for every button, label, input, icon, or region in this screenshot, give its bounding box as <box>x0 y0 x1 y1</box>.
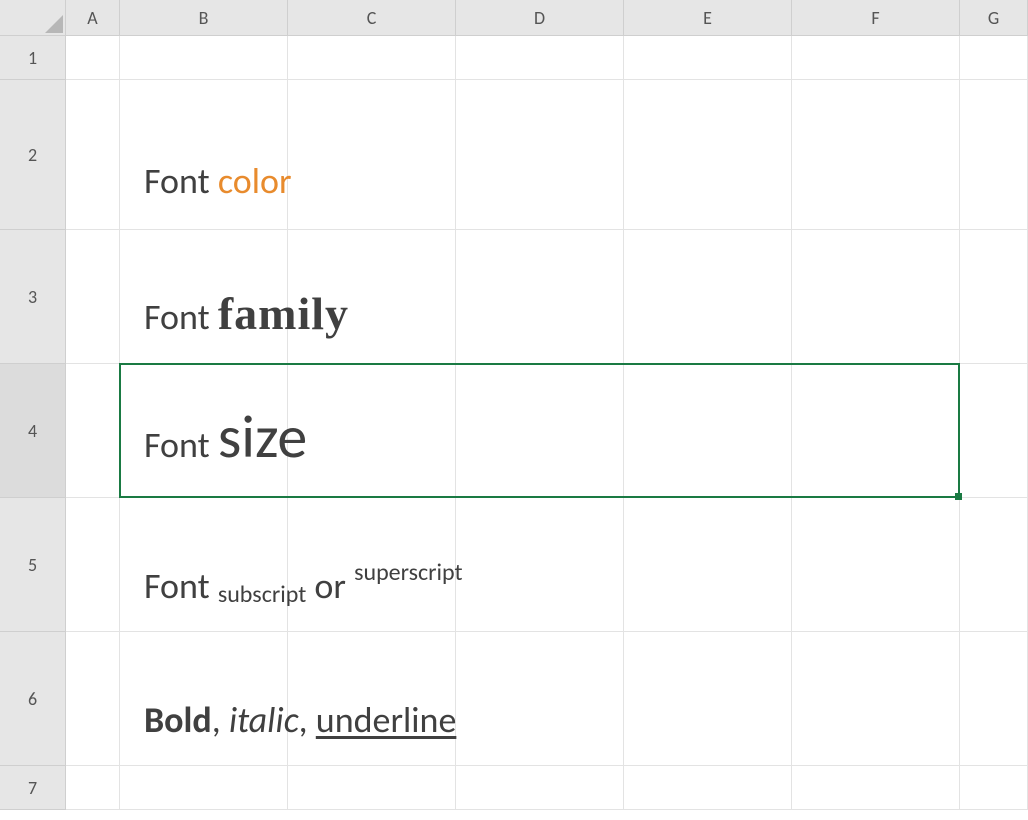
column-header-c[interactable]: C <box>288 0 456 36</box>
text-run: subscript <box>218 580 306 609</box>
row-header-4[interactable]: 4 <box>0 364 66 498</box>
row-header-7[interactable]: 7 <box>0 766 66 810</box>
text-run: superscript <box>354 558 462 587</box>
cell-g1[interactable] <box>960 36 1028 80</box>
text-run: size <box>218 401 307 474</box>
select-all-corner[interactable] <box>0 0 66 36</box>
column-header-e[interactable]: E <box>624 0 792 36</box>
cell-b1[interactable] <box>120 36 288 80</box>
row-header-2[interactable]: 2 <box>0 80 66 230</box>
row-header-5[interactable]: 5 <box>0 498 66 632</box>
text-run: family <box>218 288 349 339</box>
row-header-1[interactable]: 1 <box>0 36 66 80</box>
cell-content-b4[interactable]: Font size <box>120 364 1020 498</box>
row-header-3[interactable]: 3 <box>0 230 66 364</box>
cell-a5[interactable] <box>66 498 120 632</box>
column-header-g[interactable]: G <box>960 0 1028 36</box>
text-run: color <box>218 159 292 203</box>
cell-a4[interactable] <box>66 364 120 498</box>
cell-a7[interactable] <box>66 766 120 810</box>
cell-d7[interactable] <box>456 766 624 810</box>
text-run: underline <box>316 698 457 742</box>
cell-f7[interactable] <box>792 766 960 810</box>
cell-a1[interactable] <box>66 36 120 80</box>
column-header-d[interactable]: D <box>456 0 624 36</box>
column-header-b[interactable]: B <box>120 0 288 36</box>
cell-g7[interactable] <box>960 766 1028 810</box>
cell-content-b5[interactable]: Font subscript or superscript <box>120 498 1020 632</box>
column-header-a[interactable]: A <box>66 0 120 36</box>
cell-f1[interactable] <box>792 36 960 80</box>
cell-c7[interactable] <box>288 766 456 810</box>
cell-content-b3[interactable]: Font family <box>120 230 1020 364</box>
cell-a6[interactable] <box>66 632 120 766</box>
text-run: Font <box>144 423 218 467</box>
cell-content-b2[interactable]: Font color <box>120 80 1020 230</box>
row-header-6[interactable]: 6 <box>0 632 66 766</box>
text-run: , <box>212 698 229 742</box>
text-run: Bold <box>144 698 212 742</box>
select-all-icon <box>43 13 65 35</box>
cell-a3[interactable] <box>66 230 120 364</box>
cell-content-b6[interactable]: Bold, italic, underline <box>120 632 1020 766</box>
text-run: Font <box>144 295 218 339</box>
text-run: Font <box>144 159 218 203</box>
cell-d1[interactable] <box>456 36 624 80</box>
spreadsheet-grid[interactable]: ABCDEFG 1234567 Font colorFont familyFon… <box>0 0 1028 820</box>
text-run: Font <box>144 564 218 608</box>
cell-a2[interactable] <box>66 80 120 230</box>
cell-e1[interactable] <box>624 36 792 80</box>
text-run: , <box>299 698 316 742</box>
text-run: or <box>306 564 354 608</box>
text-run: italic <box>229 698 299 742</box>
cell-e7[interactable] <box>624 766 792 810</box>
column-header-f[interactable]: F <box>792 0 960 36</box>
cell-b7[interactable] <box>120 766 288 810</box>
cell-c1[interactable] <box>288 36 456 80</box>
